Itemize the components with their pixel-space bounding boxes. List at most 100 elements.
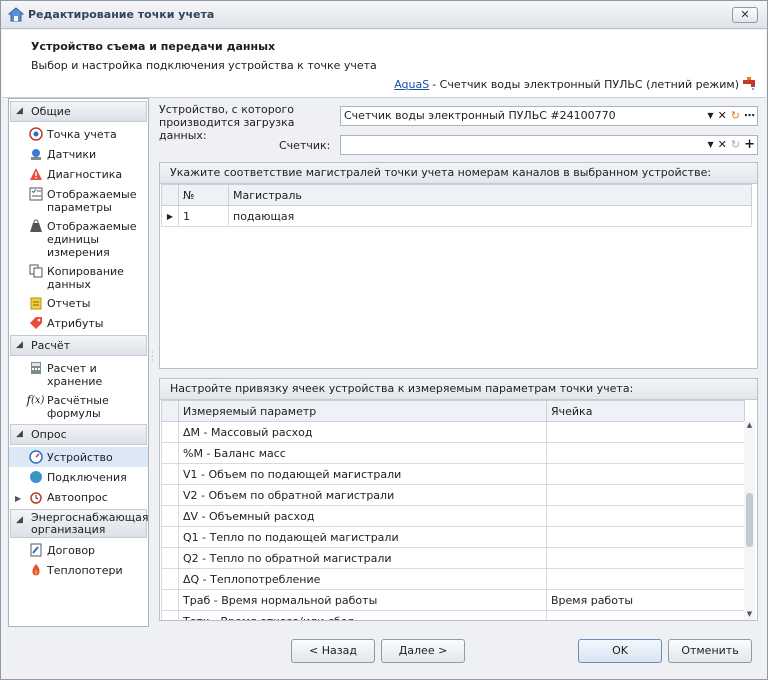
table-cell[interactable]: 1	[178, 205, 229, 227]
table-cell[interactable]	[546, 484, 745, 506]
sidebar-item-calc-storage[interactable]: Расчет и хранение	[9, 358, 148, 390]
expand-arrow-icon[interactable]: ▶	[15, 492, 21, 505]
table-header-row: Измеряемый параметр Ячейка	[161, 400, 745, 422]
collapse-arrow-icon: ◢	[16, 340, 23, 350]
column-parameter[interactable]: Измеряемый параметр	[178, 400, 547, 422]
splitter-handle[interactable]: · · ·	[151, 349, 154, 365]
add-icon[interactable]: +	[744, 136, 755, 154]
group-polling[interactable]: ◢ Опрос	[10, 424, 147, 445]
sidebar-item-connections[interactable]: Подключения	[9, 467, 148, 487]
table-cell[interactable]: Траб - Время нормальной работы	[178, 589, 547, 611]
table-row[interactable]: Q1 - Тепло по подающей магистрали	[161, 526, 745, 548]
gauge-icon	[27, 449, 44, 465]
table-row[interactable]: ▶ 1 подающая	[161, 205, 752, 227]
sidebar-item-copy-data[interactable]: Копирование данных	[9, 261, 148, 293]
device-select[interactable]: Счетчик воды электронный ПУЛЬС #24100770…	[340, 106, 758, 126]
sensor-icon	[27, 146, 44, 162]
table-cell[interactable]: ΔV - Объемный расход	[178, 505, 547, 527]
more-icon[interactable]: ⋯	[744, 107, 755, 125]
sidebar-item-displayed-params[interactable]: Отображаемые параметры	[9, 184, 148, 216]
group-general[interactable]: ◢ Общие	[10, 101, 147, 122]
dropdown-arrow-icon[interactable]: ▼	[708, 136, 714, 154]
report-icon	[27, 295, 44, 311]
table-row[interactable]: ΔV - Объемный расход	[161, 505, 745, 527]
group-calculation[interactable]: ◢ Расчёт	[10, 335, 147, 356]
sidebar-item-autopoll[interactable]: ▶ Автоопрос	[9, 487, 148, 507]
sidebar-item-attributes[interactable]: Атрибуты	[9, 313, 148, 333]
table-cell[interactable]: V2 - Объем по обратной магистрали	[178, 484, 547, 506]
point-link[interactable]: AquaS	[394, 78, 429, 91]
water-tap-icon	[742, 76, 758, 93]
table-cell[interactable]: %M - Баланс масс	[178, 442, 547, 464]
column-number[interactable]: №	[178, 184, 229, 206]
table-cell[interactable]	[546, 547, 745, 569]
sidebar-item-displayed-units[interactable]: Отображаемые единицы измерения	[9, 216, 148, 261]
column-cell[interactable]: Ячейка	[546, 400, 745, 422]
table-cell[interactable]: Q2 - Тепло по обратной магистрали	[178, 547, 547, 569]
alarm-clock-icon	[27, 489, 44, 505]
sidebar-item-contract[interactable]: Договор	[9, 540, 148, 560]
sidebar-item-device[interactable]: Устройство	[9, 447, 148, 467]
table-row[interactable]: Тотк - Время отказа/или сбоя	[161, 610, 745, 620]
vertical-scrollbar[interactable]: ▲ ▼	[744, 421, 755, 620]
table-row[interactable]: ΔQ - Теплопотребление	[161, 568, 745, 590]
table-cell[interactable]: подающая	[228, 205, 752, 227]
navigation-sidebar: ◢ Общие Точка учета Датчики Диагностика О…	[8, 98, 149, 627]
sidebar-item-calc-formulas[interactable]: f (x) Расчётные формулы	[9, 390, 148, 422]
refresh-icon[interactable]: ↻	[731, 107, 740, 125]
channels-panel: Укажите соответствие магистралей точки у…	[159, 162, 758, 369]
table-cell[interactable]: ΔM - Массовый расход	[178, 421, 547, 443]
row-indicator-icon: ▶	[161, 205, 179, 227]
table-cell[interactable]	[546, 568, 745, 590]
scroll-down-icon[interactable]: ▼	[744, 610, 755, 618]
table-cell[interactable]: ΔQ - Теплопотребление	[178, 568, 547, 590]
table-cell[interactable]	[546, 610, 745, 620]
counter-select[interactable]: ▼ ✕ ↻ +	[340, 135, 758, 155]
table-cell[interactable]	[546, 526, 745, 548]
table-cell[interactable]	[546, 505, 745, 527]
cancel-button[interactable]: Отменить	[668, 639, 752, 663]
column-main[interactable]: Магистраль	[228, 184, 752, 206]
sidebar-item-heat-loss[interactable]: Теплопотери	[9, 560, 148, 580]
refresh-icon[interactable]: ↻	[731, 136, 740, 154]
sidebar-item-metering-point[interactable]: Точка учета	[9, 124, 148, 144]
device-select-value: Счетчик воды электронный ПУЛЬС #24100770	[344, 109, 616, 122]
back-button[interactable]: < Назад	[291, 639, 375, 663]
table-cell[interactable]	[546, 421, 745, 443]
table-cell[interactable]: V1 - Объем по подающей магистрали	[178, 463, 547, 485]
table-row[interactable]: ΔM - Массовый расход	[161, 421, 745, 443]
next-button[interactable]: Далее >	[381, 639, 465, 663]
scroll-up-icon[interactable]: ▲	[744, 421, 755, 429]
table-row[interactable]: V1 - Объем по подающей магистрали	[161, 463, 745, 485]
dropdown-arrow-icon[interactable]: ▼	[707, 107, 713, 125]
table-cell[interactable]: Тотк - Время отказа/или сбоя	[178, 610, 547, 620]
table-cell[interactable]	[546, 463, 745, 485]
channels-table: № Магистраль ▶ 1 подающая	[161, 184, 752, 227]
close-button[interactable]: ✕	[732, 7, 758, 23]
table-row[interactable]: Q2 - Тепло по обратной магистрали	[161, 547, 745, 569]
point-info: AquaS - Счетчик воды электронный ПУЛЬС (…	[394, 76, 758, 93]
table-header-row: № Магистраль	[161, 184, 752, 206]
table-cell[interactable]: Q1 - Тепло по подающей магистрали	[178, 526, 547, 548]
ok-button[interactable]: OK	[578, 639, 662, 663]
bindings-table: Измеряемый параметр Ячейка ΔM - Массовый…	[161, 400, 745, 620]
table-cell[interactable]	[546, 442, 745, 464]
scroll-thumb[interactable]	[746, 493, 753, 547]
weight-icon	[27, 218, 44, 234]
clear-icon[interactable]: ✕	[718, 107, 727, 125]
contract-icon	[27, 542, 44, 558]
table-row[interactable]: V2 - Объем по обратной магистрали	[161, 484, 745, 506]
title-bar[interactable]: Редактирование точки учета ✕	[1, 1, 767, 29]
sidebar-item-diagnostics[interactable]: Диагностика	[9, 164, 148, 184]
page-header: Устройство съема и передачи данных Выбор…	[2, 30, 766, 98]
sidebar-item-sensors[interactable]: Датчики	[9, 144, 148, 164]
table-cell[interactable]: Время работы	[546, 589, 745, 611]
sidebar-item-reports[interactable]: Отчеты	[9, 293, 148, 313]
group-energy-supplier[interactable]: ◢ Энергоснабжающая организация	[10, 509, 149, 538]
tag-icon	[27, 315, 44, 331]
channels-panel-title: Укажите соответствие магистралей точки у…	[160, 163, 757, 184]
target-icon	[27, 126, 44, 142]
table-row[interactable]: Траб - Время нормальной работы Время рабо…	[161, 589, 745, 611]
clear-icon[interactable]: ✕	[718, 136, 727, 154]
table-row[interactable]: %M - Баланс масс	[161, 442, 745, 464]
